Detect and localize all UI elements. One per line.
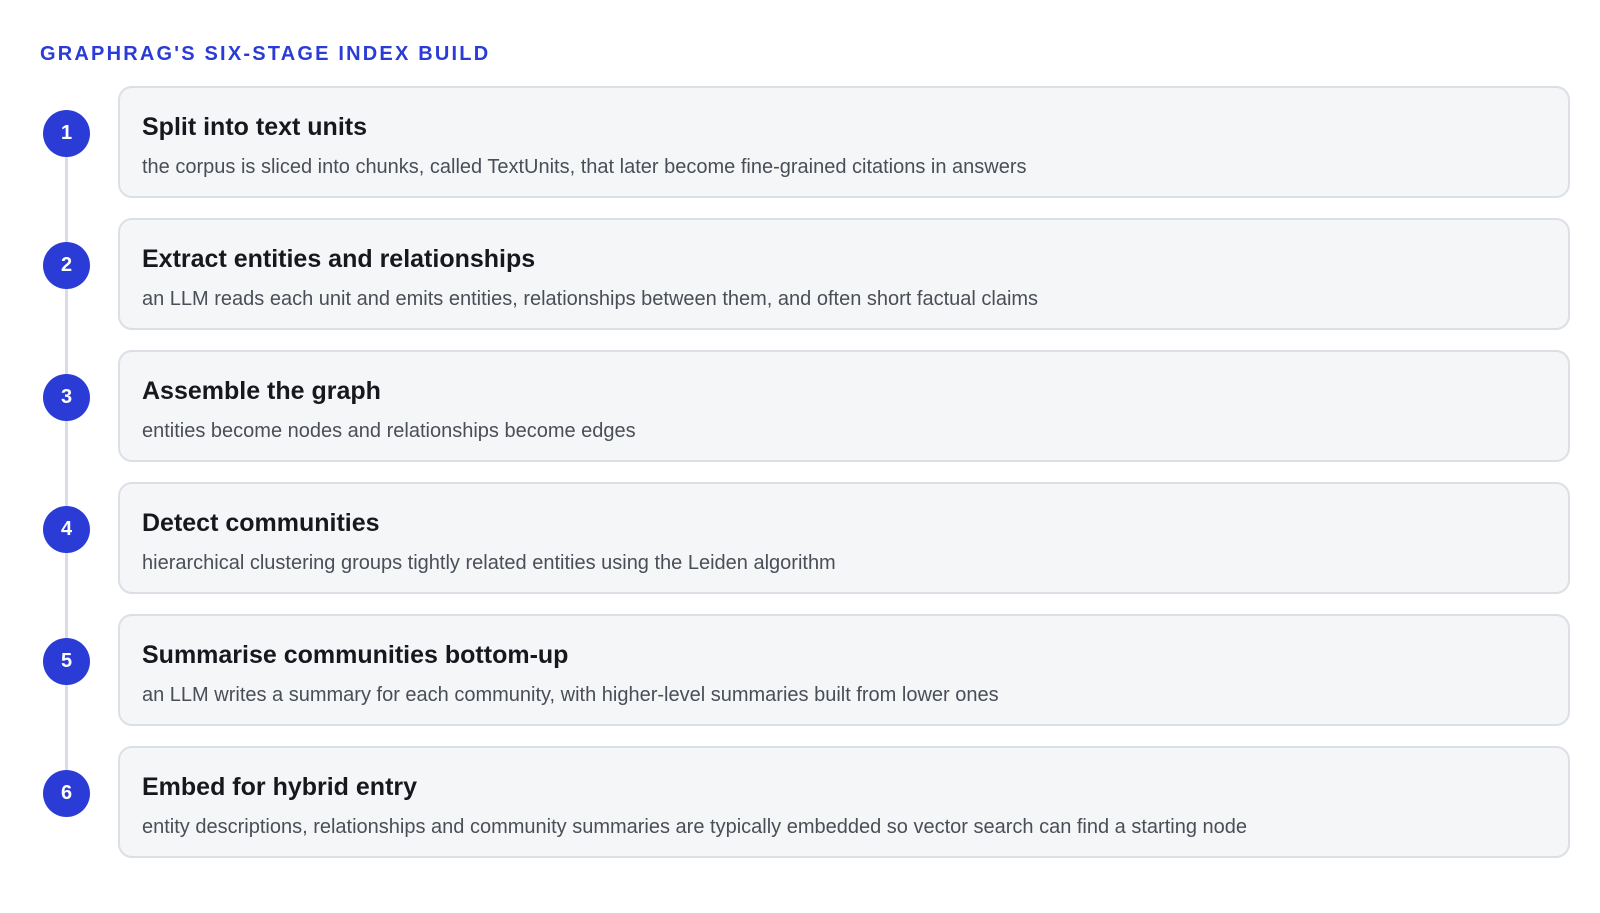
stage-item-2: 2 Extract entities and relationships an … bbox=[0, 218, 1600, 330]
stage-item-3: 3 Assemble the graph entities become nod… bbox=[0, 350, 1600, 462]
stage-title: Assemble the graph bbox=[142, 377, 381, 405]
stage-description: the corpus is sliced into chunks, called… bbox=[142, 156, 1027, 178]
stage-card: Assemble the graph entities become nodes… bbox=[118, 350, 1570, 462]
stage-card: Embed for hybrid entry entity descriptio… bbox=[118, 746, 1570, 858]
stage-title: Summarise communities bottom-up bbox=[142, 641, 569, 669]
stage-card: Detect communities hierarchical clusteri… bbox=[118, 482, 1570, 594]
stage-description: an LLM writes a summary for each communi… bbox=[142, 684, 999, 706]
stage-number-badge: 3 bbox=[43, 374, 90, 421]
stage-title: Embed for hybrid entry bbox=[142, 773, 418, 801]
stage-number-badge: 6 bbox=[43, 770, 90, 817]
stage-number-badge: 4 bbox=[43, 506, 90, 553]
stage-number-badge: 1 bbox=[43, 110, 90, 157]
stage-item-5: 5 Summarise communities bottom-up an LLM… bbox=[0, 614, 1600, 726]
stage-list: 1 Split into text units the corpus is sl… bbox=[0, 0, 1600, 913]
stage-title: Split into text units bbox=[142, 113, 367, 141]
stage-card: Split into text units the corpus is slic… bbox=[118, 86, 1570, 198]
stage-number-badge: 2 bbox=[43, 242, 90, 289]
stage-item-4: 4 Detect communities hierarchical cluste… bbox=[0, 482, 1600, 594]
stage-item-6: 6 Embed for hybrid entry entity descript… bbox=[0, 746, 1600, 858]
stage-card: Summarise communities bottom-up an LLM w… bbox=[118, 614, 1570, 726]
stage-description: an LLM reads each unit and emits entitie… bbox=[142, 288, 1039, 310]
stage-description: entities become nodes and relationships … bbox=[142, 420, 636, 442]
stage-item-1: 1 Split into text units the corpus is sl… bbox=[0, 86, 1600, 198]
stage-description: hierarchical clustering groups tightly r… bbox=[142, 552, 836, 574]
stage-title: Extract entities and relationships bbox=[142, 245, 536, 273]
stage-description: entity descriptions, relationships and c… bbox=[142, 816, 1247, 838]
stage-title: Detect communities bbox=[142, 509, 380, 537]
stage-card: Extract entities and relationships an LL… bbox=[118, 218, 1570, 330]
stage-number-badge: 5 bbox=[43, 638, 90, 685]
